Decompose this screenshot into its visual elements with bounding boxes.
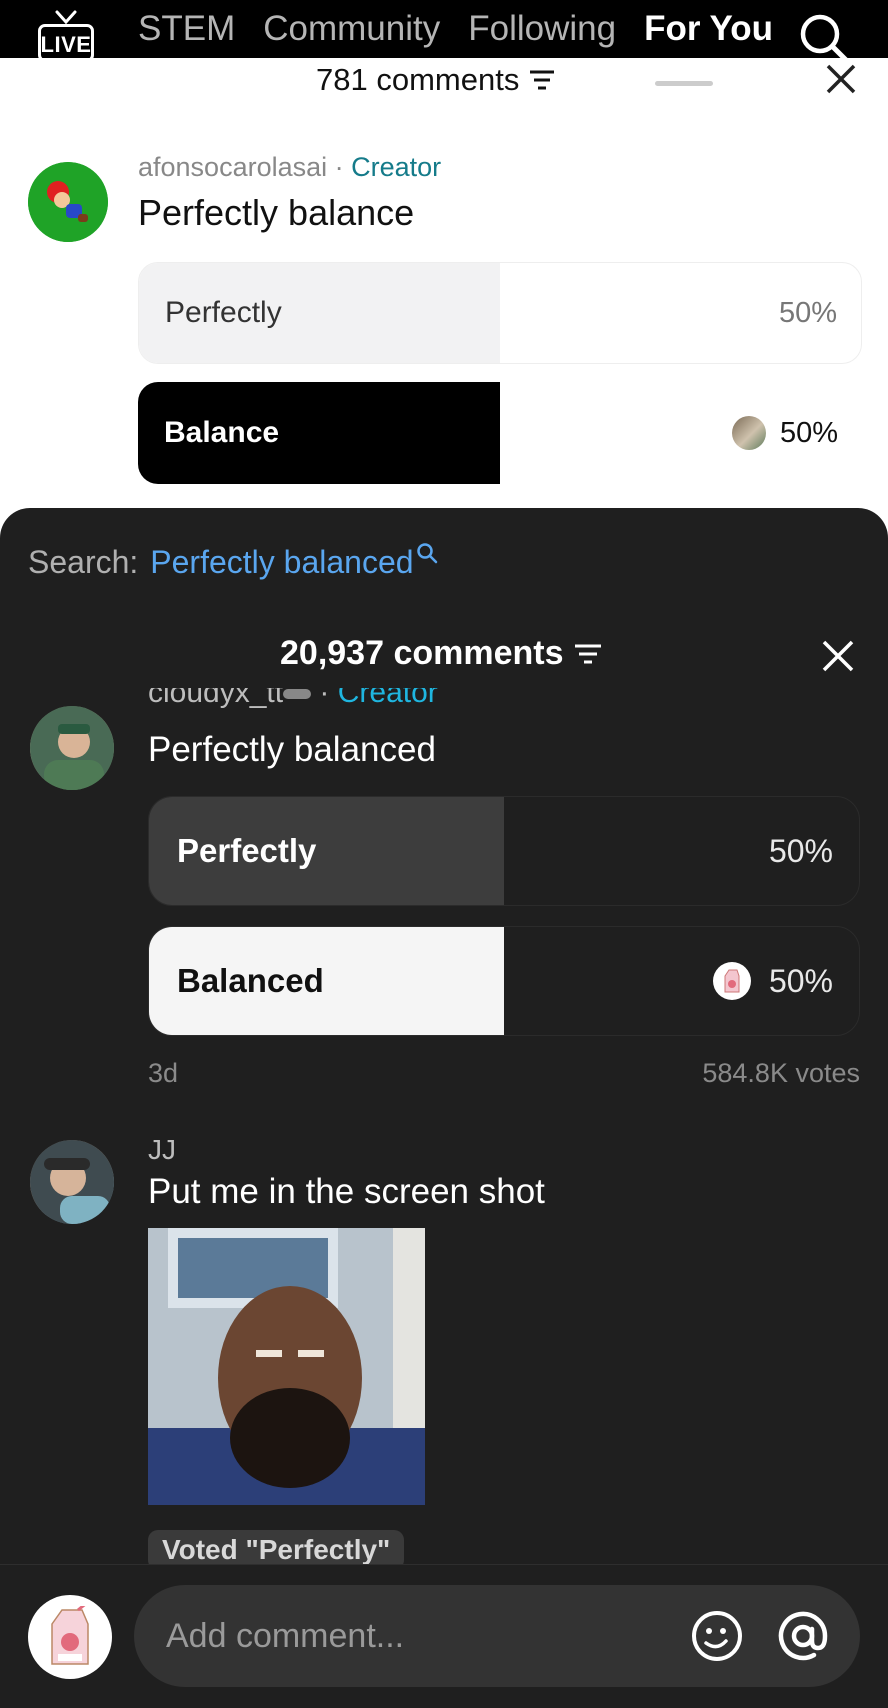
tab-following[interactable]: Following [468, 9, 616, 49]
meta-separator: · [327, 152, 352, 182]
comment-text: Put me in the screen shot [148, 1172, 545, 1211]
live-label: LIVE [40, 32, 92, 57]
tab-community[interactable]: Community [263, 9, 440, 49]
voter-avatar [731, 416, 766, 450]
comment-meta: afonsocarolasai · Creator [138, 152, 441, 183]
poll-percent-wrap: 50% [712, 927, 833, 1035]
feed-tabs: STEM Community Following For You [138, 0, 773, 58]
comments-count: 20,937 comments [280, 634, 564, 672]
meta-separator: · [311, 688, 338, 709]
search-icon [416, 543, 437, 564]
poll-option-balanced[interactable]: Balanced 50% [148, 926, 860, 1036]
username[interactable]: cloudyx_tt [148, 688, 283, 709]
poll-option-label: Balanced [177, 962, 324, 999]
poll-percent-wrap: 50% [769, 797, 833, 905]
comment-input-bar [0, 1564, 888, 1708]
search-term-link[interactable]: Perfectly balanced [150, 544, 413, 581]
redacted-mark [283, 689, 312, 700]
mario-avatar-icon [28, 162, 108, 242]
person-photo-icon [148, 1228, 425, 1505]
poll-option-perfectly[interactable]: Perfectly 50% [148, 796, 860, 906]
poll-percent: 50% [778, 296, 837, 329]
poll-percent-wrap: 50% [731, 382, 838, 484]
avatar[interactable] [28, 162, 108, 242]
comment-text: Perfectly balanced [148, 730, 436, 769]
comment-meta: cloudyx_tt · Creator [148, 688, 648, 718]
vote-count: 584.8K votes [702, 1058, 860, 1088]
emoji-icon[interactable] [690, 1609, 744, 1663]
comments-sheet: Search: Perfectly balanced 20,937 commen… [0, 508, 888, 1708]
username[interactable]: JJ [148, 1134, 176, 1166]
username[interactable]: afonsocarolasai [138, 152, 327, 182]
poll-option-perfectly[interactable]: Perfectly 50% [138, 262, 862, 364]
voter-avatar [712, 962, 751, 1000]
poll-option-label: Perfectly [165, 296, 282, 329]
close-icon[interactable] [816, 634, 860, 678]
milk-carton-icon [51, 1606, 89, 1665]
add-comment-field[interactable] [134, 1585, 860, 1687]
comments-count-header: 20,937 comments [280, 634, 602, 673]
sheet-header: 781 comments [0, 58, 888, 100]
top-navigation: LIVE STEM Community Following For You [0, 0, 888, 63]
user-photo-icon [30, 1140, 114, 1224]
avatar[interactable] [30, 1140, 114, 1224]
comment-age: 3d [148, 1058, 179, 1088]
poll-option-label: Perfectly [177, 832, 317, 869]
drag-handle[interactable] [655, 81, 713, 86]
filter-icon[interactable] [574, 642, 602, 666]
comments-count-header: 781 comments [316, 62, 555, 98]
my-avatar[interactable] [28, 1595, 112, 1679]
tab-stem[interactable]: STEM [138, 9, 235, 49]
search-suggestion[interactable]: Search: Perfectly balanced [28, 543, 438, 581]
poll-percent-wrap: 50% [779, 263, 837, 363]
filter-icon[interactable] [529, 69, 555, 91]
comment-text-input[interactable] [166, 1585, 686, 1687]
poll-percent: 50% [768, 962, 833, 999]
creator-badge: Creator [337, 688, 438, 709]
user-photo-icon [30, 706, 114, 790]
comments-count: 781 comments [316, 62, 520, 97]
comment-text: Perfectly balance [138, 192, 415, 233]
search-label: Search: [28, 544, 139, 580]
poll-option-label: Balance [164, 416, 280, 449]
tab-for-you[interactable]: For You [644, 9, 773, 49]
mention-icon[interactable] [776, 1609, 830, 1663]
reaction-image[interactable] [148, 1228, 425, 1505]
avatar[interactable] [30, 706, 114, 790]
poll-percent: 50% [779, 416, 838, 449]
poll-option-balance[interactable]: Balance 50% [138, 382, 862, 484]
background-comments-sheet: 781 comments afonsocarolasai · Creator P… [0, 58, 888, 518]
creator-badge: Creator [351, 152, 442, 182]
poll-percent: 50% [768, 832, 833, 869]
milk-carton-icon [724, 969, 740, 993]
close-icon[interactable] [820, 58, 862, 100]
